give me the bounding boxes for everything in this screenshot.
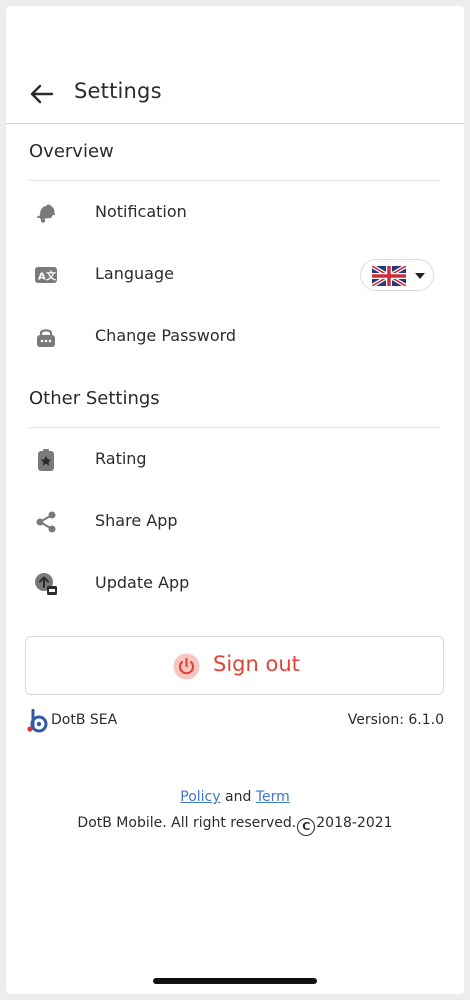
brand-name: DotB SEA (51, 712, 118, 728)
svg-text:A: A (38, 272, 46, 283)
settings-item-label: Notification (95, 202, 187, 221)
policy-link[interactable]: Policy (180, 789, 220, 805)
app-header: Settings (6, 66, 464, 124)
settings-item-label: Share App (95, 511, 178, 530)
back-button[interactable] (28, 80, 56, 108)
caret-down-icon (415, 273, 425, 279)
divider (29, 180, 440, 181)
settings-item-label: Language (95, 264, 174, 283)
settings-item-label: Update App (95, 573, 190, 592)
settings-item-notification[interactable]: Notification (6, 188, 464, 238)
settings-item-share-app[interactable]: Share App (6, 497, 464, 547)
copyright-symbol: C (297, 818, 316, 836)
arrow-left-icon (30, 84, 54, 104)
power-icon (173, 653, 200, 680)
bell-icon (34, 201, 58, 225)
settings-item-language[interactable]: A 文 Language (6, 250, 464, 300)
page-title: Settings (74, 79, 162, 103)
copyright-years: 2018-2021 (316, 815, 393, 831)
and-text: and (225, 789, 252, 805)
upload-icon (34, 572, 58, 596)
language-dropdown[interactable] (360, 259, 434, 291)
sign-out-label: Sign out (213, 652, 300, 676)
copyright-text: DotB Mobile. All right reserved. (77, 815, 297, 831)
section-title-other-settings: Other Settings (29, 388, 160, 409)
sign-out-button[interactable]: Sign out (25, 636, 444, 695)
lock-icon (34, 325, 58, 349)
home-indicator (153, 978, 317, 984)
uk-flag-icon (372, 266, 406, 286)
settings-item-update-app[interactable]: Update App (6, 559, 464, 609)
settings-item-label: Change Password (95, 326, 237, 345)
footer-links: Policy and Term (6, 789, 464, 805)
copyright: DotB Mobile. All right reserved. C 2018-20… (6, 815, 464, 836)
svg-text:文: 文 (46, 270, 57, 283)
settings-screen: Settings Overview Notification A 文 Langu… (6, 6, 464, 994)
settings-item-label: Rating (95, 449, 147, 468)
term-link[interactable]: Term (256, 789, 290, 805)
dotb-logo-icon (27, 709, 48, 733)
settings-item-change-password[interactable]: Change Password (6, 312, 464, 362)
app-version: Version: 6.1.0 (347, 712, 444, 728)
share-icon (34, 510, 58, 534)
star-badge-icon (34, 448, 58, 472)
translate-icon: A 文 (34, 263, 58, 287)
settings-item-rating[interactable]: Rating (6, 435, 464, 485)
divider (29, 427, 440, 428)
section-title-overview: Overview (29, 141, 114, 162)
